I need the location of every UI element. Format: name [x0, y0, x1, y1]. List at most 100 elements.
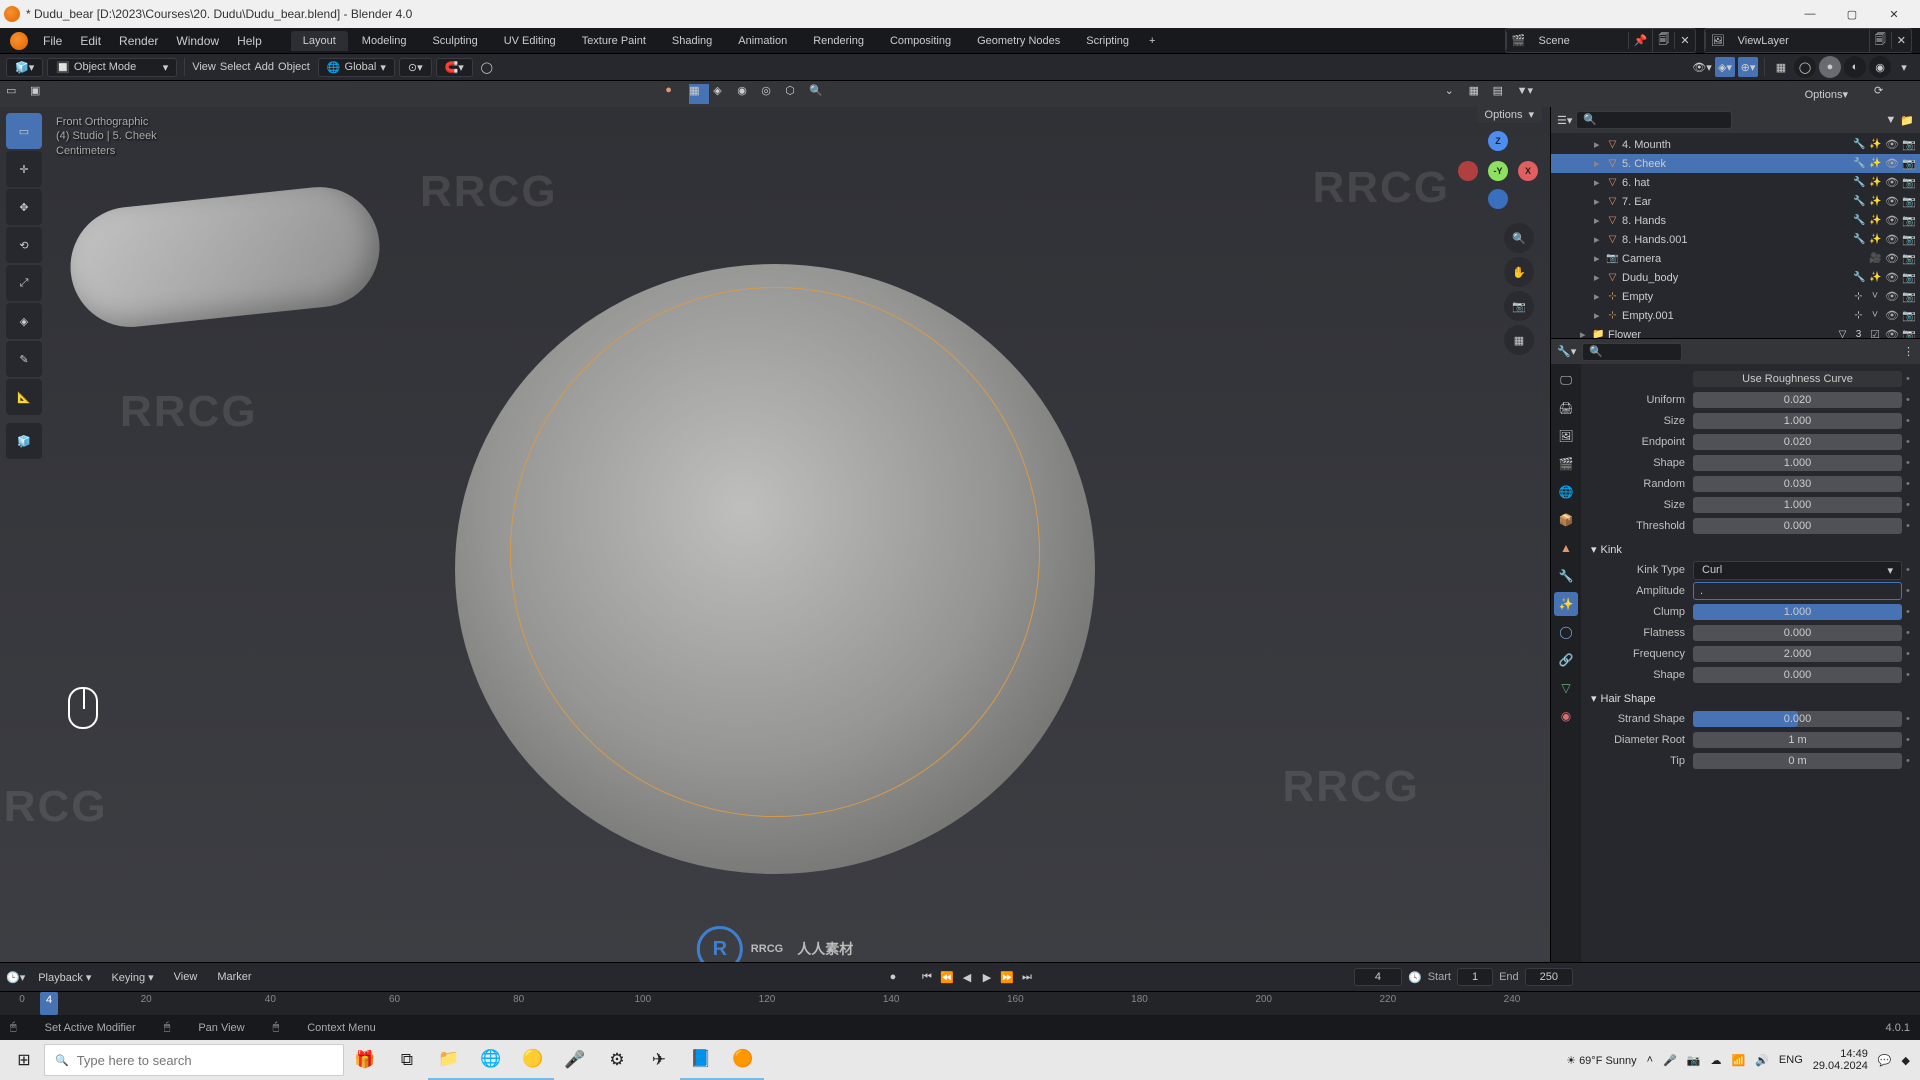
timeline-keying[interactable]: Keying ▾	[104, 968, 160, 987]
playhead[interactable]: 4	[40, 992, 58, 1015]
prop-value-amplitude[interactable]: .	[1693, 582, 1902, 600]
row-menu-icon[interactable]: •	[1902, 713, 1912, 725]
filter-icon[interactable]: ▼▾	[1517, 84, 1537, 104]
eye-icon[interactable]: 👁	[1885, 214, 1899, 227]
eye-icon[interactable]: 👁	[1885, 252, 1899, 265]
prop-value-clump[interactable]: 1.000	[1693, 604, 1902, 620]
tab-shading[interactable]: Shading	[660, 31, 724, 51]
scale-tool[interactable]: ⤢	[6, 265, 42, 301]
row-menu-icon[interactable]: •	[1902, 627, 1912, 639]
row-menu-icon[interactable]: •	[1902, 648, 1912, 660]
row-menu-icon[interactable]: •	[1902, 755, 1912, 767]
timeline-ruler[interactable]: 4 020406080100120140160180200220240	[0, 991, 1920, 1015]
eye-icon[interactable]: 👁	[1885, 290, 1899, 303]
solid-shading-icon[interactable]: ●	[1819, 56, 1841, 78]
eye-icon[interactable]: 👁	[1885, 328, 1899, 338]
delete-scene-icon[interactable]: ✕	[1674, 32, 1694, 49]
select-box-tool[interactable]: ▭	[6, 113, 42, 149]
outliner-item-8-hands[interactable]: ▸▽8. Hands🔧✨👁📷	[1551, 211, 1920, 230]
menu-render[interactable]: Render	[110, 30, 167, 52]
windows-search[interactable]: 🔍	[44, 1044, 344, 1076]
menu-help[interactable]: Help	[228, 30, 271, 52]
row-menu-icon[interactable]: •	[1902, 669, 1912, 681]
outliner-search-input[interactable]	[1576, 111, 1732, 129]
cam-icon[interactable]: 📷	[1902, 176, 1916, 189]
viewlayer-selector[interactable]: 🖼 ViewLayer 🗐 ✕	[1704, 28, 1912, 53]
wireframe-shading-icon[interactable]: ◯	[1794, 56, 1816, 78]
taskbar-blender-icon[interactable]: 🟠	[722, 1040, 764, 1080]
tray-lang[interactable]: ENG	[1779, 1054, 1803, 1066]
perspective-toggle-icon[interactable]: ▦	[1504, 325, 1534, 355]
outliner-filter-icon[interactable]: ▼	[1885, 114, 1896, 126]
outliner-editor-icon[interactable]: ☰▾	[1557, 114, 1572, 127]
preview-range-icon[interactable]: 🕓	[1408, 971, 1422, 984]
transform-tool[interactable]: ◈	[6, 303, 42, 339]
header-search-icon[interactable]: 🔍	[809, 84, 829, 104]
windows-search-input[interactable]	[77, 1053, 333, 1068]
tab-layout[interactable]: Layout	[291, 31, 348, 51]
viewport-menu-add[interactable]: Add	[254, 61, 274, 73]
delete-viewlayer-icon[interactable]: ✕	[1891, 32, 1911, 49]
ptab-object[interactable]: ▲	[1554, 536, 1578, 560]
viewport-menu-select[interactable]: Select	[220, 61, 251, 73]
properties-search-input[interactable]	[1582, 343, 1682, 361]
taskbar-mic-icon[interactable]: 🎤	[554, 1040, 596, 1080]
outliner-item-7-ear[interactable]: ▸▽7. Ear🔧✨👁📷	[1551, 192, 1920, 211]
move-tool[interactable]: ✥	[6, 189, 42, 225]
start-button[interactable]: ⊞	[4, 1040, 44, 1080]
row-menu-icon[interactable]: •	[1902, 499, 1912, 511]
blue-toggle-icon[interactable]: ▦	[689, 84, 709, 104]
cam-icon[interactable]: 📷	[1902, 309, 1916, 322]
taskbar-explorer-icon[interactable]: 📁	[428, 1040, 470, 1080]
next-keyframe-icon[interactable]: ⏩	[998, 968, 1016, 986]
outliner-new-collection-icon[interactable]: 📁	[1900, 114, 1914, 127]
outliner-item-5-cheek[interactable]: ▸▽5. Cheek🔧✨👁📷	[1551, 154, 1920, 173]
row-menu-icon[interactable]: •	[1902, 520, 1912, 532]
ptab-output[interactable]: 🖨	[1554, 396, 1578, 420]
cam-icon[interactable]: 📷	[1902, 138, 1916, 151]
ptab-data[interactable]: ▽	[1554, 676, 1578, 700]
eye-icon[interactable]: 👁	[1885, 157, 1899, 170]
cam-icon[interactable]: 📷	[1902, 271, 1916, 284]
new-viewlayer-icon[interactable]: 🗐	[1869, 29, 1891, 52]
kink-type-dropdown[interactable]: Curl▾	[1693, 561, 1902, 580]
roughness-curve-toggle[interactable]: Use Roughness Curve	[1693, 371, 1902, 387]
tab-modeling[interactable]: Modeling	[350, 31, 419, 51]
axis-z[interactable]: Z	[1488, 131, 1508, 151]
ptab-physics[interactable]: ◯	[1554, 620, 1578, 644]
eye-icon[interactable]: 👁	[1885, 138, 1899, 151]
play-icon[interactable]: ▶	[978, 968, 996, 986]
tray-notification-icon[interactable]: 💬	[1878, 1054, 1892, 1067]
chev-icon[interactable]: ˅	[1868, 309, 1882, 322]
tab-rendering[interactable]: Rendering	[801, 31, 876, 51]
axis-neg-x[interactable]	[1458, 161, 1478, 181]
prop-value-tip[interactable]: 0 m	[1693, 753, 1902, 769]
prop-value-random[interactable]: 0.030	[1693, 476, 1902, 492]
matprev-shading-icon[interactable]: ◐	[1844, 56, 1866, 78]
eye-icon[interactable]: 👁	[1885, 233, 1899, 246]
jump-start-icon[interactable]: ⏮	[918, 968, 936, 986]
tab-animation[interactable]: Animation	[726, 31, 799, 51]
overlay-icon[interactable]: ⊕▾	[1738, 57, 1758, 77]
tray-clock[interactable]: 14:4929.04.2024	[1813, 1048, 1868, 1072]
cam-icon[interactable]: 📷	[1902, 233, 1916, 246]
menu-window[interactable]: Window	[167, 30, 228, 52]
viewport-menu-view[interactable]: View	[192, 61, 216, 73]
row-menu-icon[interactable]: •	[1902, 606, 1912, 618]
viewlayer-icon[interactable]: 🖼	[1705, 32, 1730, 49]
prop-value-endpoint[interactable]: 0.020	[1693, 434, 1902, 450]
measure-tool[interactable]: 📐	[6, 379, 42, 415]
outliner-item-flower[interactable]: ▸📁Flower▽3☑👁📷	[1551, 325, 1920, 338]
prop-value-threshold[interactable]: 0.000	[1693, 518, 1902, 534]
eye-icon[interactable]: 👁	[1885, 309, 1899, 322]
row-menu-icon[interactable]: •	[1902, 734, 1912, 746]
prop-value-uniform[interactable]: 0.020	[1693, 392, 1902, 408]
new-scene-icon[interactable]: 🗐	[1652, 29, 1674, 52]
header-icon-c[interactable]: ◎	[761, 84, 781, 104]
row-menu-icon[interactable]: •	[1902, 564, 1912, 576]
header-icon-d[interactable]: ⬡	[785, 84, 805, 104]
rotate-tool[interactable]: ⟲	[6, 227, 42, 263]
3d-viewport[interactable]: ▭ ✛ ✥ ⟲ ⤢ ◈ ✎ 📐 🧊 Front Orthographic (4)…	[0, 107, 1550, 962]
cam-icon[interactable]: 📷	[1902, 252, 1916, 265]
add-primitive-tool[interactable]: 🧊	[6, 423, 42, 459]
